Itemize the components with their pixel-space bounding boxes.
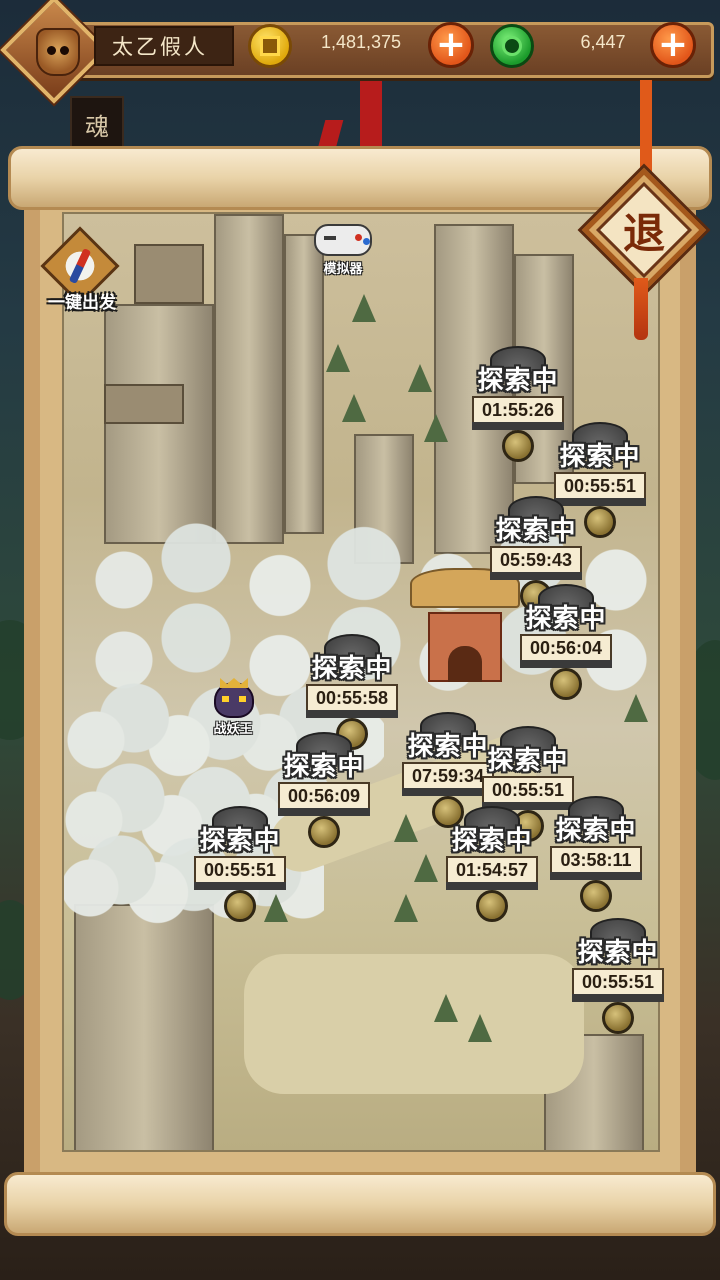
expedition-medal-icon: [550, 668, 582, 700]
scroll-bottom-rod: [4, 1172, 716, 1236]
jade-coin-icon: [490, 24, 534, 68]
expedition-timer: 01:55:26: [472, 396, 564, 424]
expedition-timer: 00:56:09: [278, 782, 370, 810]
map-road: [244, 954, 584, 1094]
map-pine: [468, 1014, 492, 1042]
dispatch-all-button[interactable]: 一键出发: [34, 226, 130, 318]
map-cliff: [74, 904, 214, 1150]
demon-king-button[interactable]: 战妖王: [200, 678, 266, 740]
player-name: 太乙假人: [94, 26, 234, 66]
expedition-status: 探索中: [199, 826, 281, 856]
expedition-timer: 00:55:51: [572, 968, 664, 996]
map-pine: [408, 364, 432, 392]
expedition-status: 探索中: [577, 938, 659, 968]
expedition-status: 探索中: [487, 746, 569, 776]
emulator-label: 模拟器: [323, 262, 363, 277]
expedition-marker[interactable]: 探索中 00:56:09: [276, 732, 372, 850]
expedition-medal-icon: [224, 890, 256, 922]
gamepad-icon: [314, 224, 372, 256]
expedition-status: 探索中: [495, 516, 577, 546]
exit-cord: [640, 80, 652, 180]
expedition-timer: 00:55:51: [194, 856, 286, 884]
jade-amount: 6,447: [580, 32, 626, 52]
expedition-status: 探索中: [559, 442, 641, 472]
emulator-button[interactable]: 模拟器: [308, 222, 378, 278]
map-cliff: [284, 234, 324, 534]
map-pine: [434, 994, 458, 1022]
expedition-status: 探索中: [451, 826, 533, 856]
expedition-marker[interactable]: 探索中 01:54:57: [444, 806, 540, 924]
expedition-medal-icon: [584, 506, 616, 538]
map-pine: [326, 344, 350, 372]
expedition-medal-icon: [476, 890, 508, 922]
map-pine: [624, 694, 648, 722]
expedition-marker[interactable]: 探索中 00:55:51: [192, 806, 288, 924]
map-pine: [352, 294, 376, 322]
map-pine: [424, 414, 448, 442]
map-pine: [394, 894, 418, 922]
gold-amount: 1,481,375: [320, 32, 402, 52]
dispatch-all-label: 一键出发: [48, 293, 116, 313]
exit-tassel: [634, 278, 648, 340]
exit-label: 退: [622, 209, 665, 258]
exit-button[interactable]: 退: [581, 167, 707, 293]
expedition-status: 探索中: [283, 752, 365, 782]
gold-coin-icon: [248, 24, 292, 68]
map-hut: [134, 244, 204, 304]
expedition-medal-icon: [602, 1002, 634, 1034]
expedition-timer: 03:58:11: [550, 846, 642, 874]
add-gold-button[interactable]: +: [428, 22, 474, 68]
map-pine: [414, 854, 438, 882]
player-avatar[interactable]: [36, 28, 80, 76]
map-pine: [342, 394, 366, 422]
expedition-status: 探索中: [477, 366, 559, 396]
map-hut: [104, 384, 184, 424]
expedition-medal-icon: [308, 816, 340, 848]
expedition-marker[interactable]: 探索中 00:56:04: [518, 584, 614, 702]
expedition-marker[interactable]: 探索中 03:58:11: [548, 796, 644, 914]
expedition-status: 探索中: [525, 604, 607, 634]
map-cliff: [104, 304, 214, 544]
expedition-timer: 00:56:04: [520, 634, 612, 662]
expedition-medal-icon: [580, 880, 612, 912]
expedition-timer: 05:59:43: [490, 546, 582, 574]
background-ribbon: [360, 80, 382, 150]
expedition-timer: 01:54:57: [446, 856, 538, 884]
add-jade-button[interactable]: +: [650, 22, 696, 68]
map-cliff: [214, 214, 284, 544]
expedition-status: 探索中: [311, 654, 393, 684]
expedition-status: 探索中: [555, 816, 637, 846]
background-side-tag: 魂: [70, 96, 124, 152]
expedition-marker[interactable]: 探索中 00:55:51: [570, 918, 666, 1036]
expedition-medal-icon: [502, 430, 534, 462]
expedition-timer: 00:55:58: [306, 684, 398, 712]
top-bar: 太乙假人 1,481,375 + 6,447 +: [0, 0, 714, 104]
demon-king-label: 战妖王: [213, 722, 253, 737]
